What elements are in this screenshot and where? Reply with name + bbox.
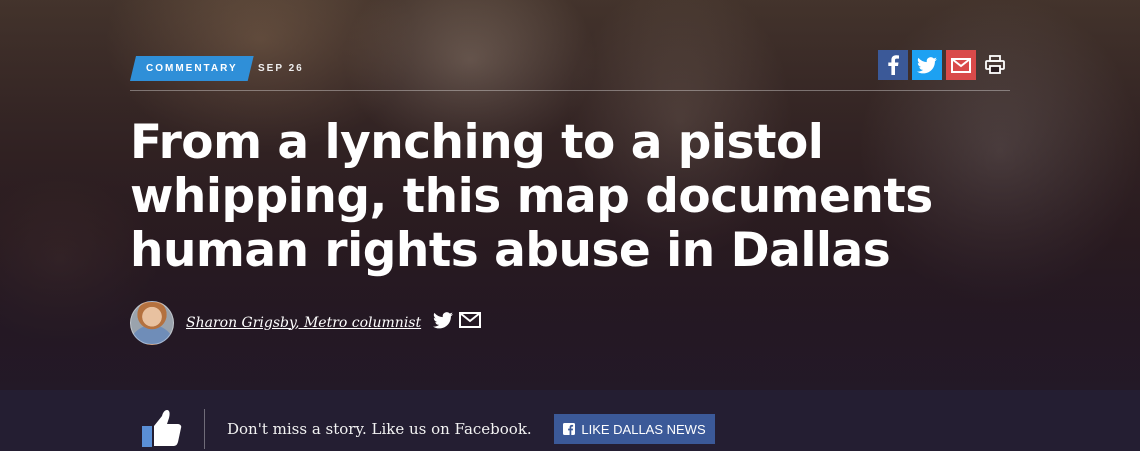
facebook-share-button[interactable] xyxy=(878,50,908,80)
email-icon xyxy=(459,312,482,328)
email-share-button[interactable] xyxy=(946,50,976,80)
thumbs-up-icon xyxy=(142,410,182,447)
print-button[interactable] xyxy=(980,50,1010,80)
publish-date: SEP 26 xyxy=(258,63,304,74)
article-header: COMMENTARY SEP 26 From a lynching to a p… xyxy=(130,0,1010,390)
twitter-icon xyxy=(917,56,937,73)
facebook-icon xyxy=(563,423,576,435)
twitter-share-button[interactable] xyxy=(912,50,942,80)
promo-text: Don't miss a story. Like us on Facebook. xyxy=(227,420,532,438)
category-tag[interactable]: COMMENTARY xyxy=(130,56,254,81)
author-avatar[interactable] xyxy=(130,300,174,345)
email-icon xyxy=(951,57,971,73)
author-email-link[interactable] xyxy=(459,312,482,333)
twitter-icon xyxy=(433,311,454,328)
share-buttons xyxy=(878,50,1010,80)
header-divider xyxy=(130,90,1010,91)
article-headline: From a lynching to a pistol whipping, th… xyxy=(130,115,933,278)
meta-row: COMMENTARY SEP 26 xyxy=(130,50,1010,82)
print-icon xyxy=(985,55,1005,74)
author-twitter-link[interactable] xyxy=(433,311,454,334)
facebook-icon xyxy=(888,55,899,75)
promo-divider xyxy=(204,409,205,449)
author-contact-icons xyxy=(433,311,482,334)
like-dallas-news-button[interactable]: LIKE DALLAS NEWS xyxy=(554,414,715,444)
author-link[interactable]: Sharon Grigsby, Metro columnist xyxy=(186,315,421,331)
byline: Sharon Grigsby, Metro columnist xyxy=(130,300,482,345)
like-button-label: LIKE DALLAS NEWS xyxy=(581,421,706,437)
